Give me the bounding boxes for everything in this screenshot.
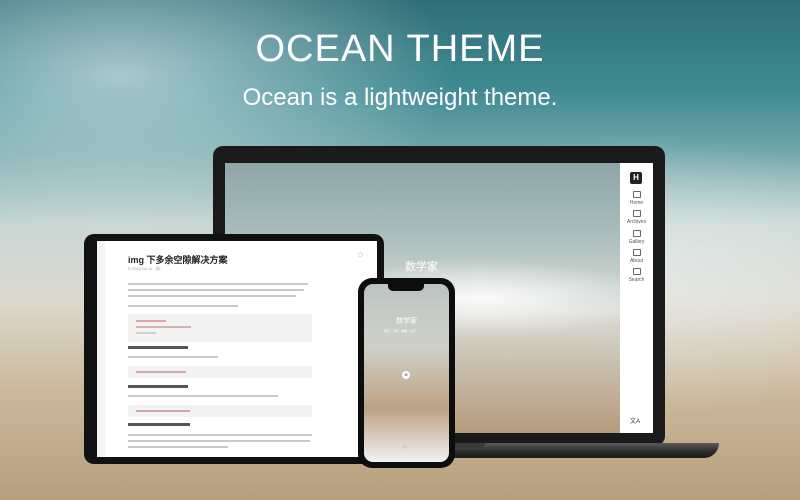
section-heading <box>128 346 188 349</box>
text-line <box>128 283 308 285</box>
logo-icon[interactable]: H <box>630 172 642 184</box>
archive-icon <box>632 210 641 217</box>
nav-item-gallery[interactable]: Gallery <box>620 230 653 245</box>
language-icon[interactable]: 文A <box>630 416 640 425</box>
nav-item-home[interactable]: Home <box>620 191 653 206</box>
text-line <box>128 289 304 291</box>
text-line <box>128 356 218 358</box>
nav-item-search[interactable]: Search <box>620 268 653 283</box>
code-block <box>128 314 312 342</box>
text-line <box>128 446 228 448</box>
home-icon <box>632 191 641 198</box>
section-heading <box>128 385 188 388</box>
tablet-sidebar <box>97 241 105 457</box>
phone-brand[interactable]: 数学家 <box>396 316 417 326</box>
text-line <box>128 295 296 297</box>
text-line <box>128 440 310 442</box>
phone-bottom-icon: ◇ <box>403 444 407 450</box>
nav-item-archives[interactable]: Archives <box>620 210 653 225</box>
phone-nav-links[interactable]: 首页 · 归档 · 相册 · 关于 <box>384 329 416 333</box>
scroll-down-button[interactable]: ⊕ <box>402 371 410 379</box>
text-line <box>128 395 278 397</box>
hero-subtitle: Ocean is a lightweight theme. <box>242 84 558 111</box>
post-meta: © 2021-08-11 · 阅 <box>128 266 160 271</box>
hero-title: OCEAN THEME <box>255 28 545 70</box>
about-icon <box>632 249 641 256</box>
phone-notch <box>388 284 424 291</box>
laptop-brand[interactable]: 数学家 <box>405 258 438 274</box>
text-line <box>128 434 312 436</box>
edit-icon[interactable]: ▢ <box>358 252 363 258</box>
post-title[interactable]: img 下多余空隙解决方案 <box>128 253 228 266</box>
code-block <box>128 366 312 378</box>
gallery-icon <box>632 230 641 237</box>
search-icon <box>632 268 641 275</box>
text-line <box>128 305 238 307</box>
code-block <box>128 405 312 417</box>
nav-item-about[interactable]: About <box>620 249 653 264</box>
section-heading <box>128 423 190 426</box>
